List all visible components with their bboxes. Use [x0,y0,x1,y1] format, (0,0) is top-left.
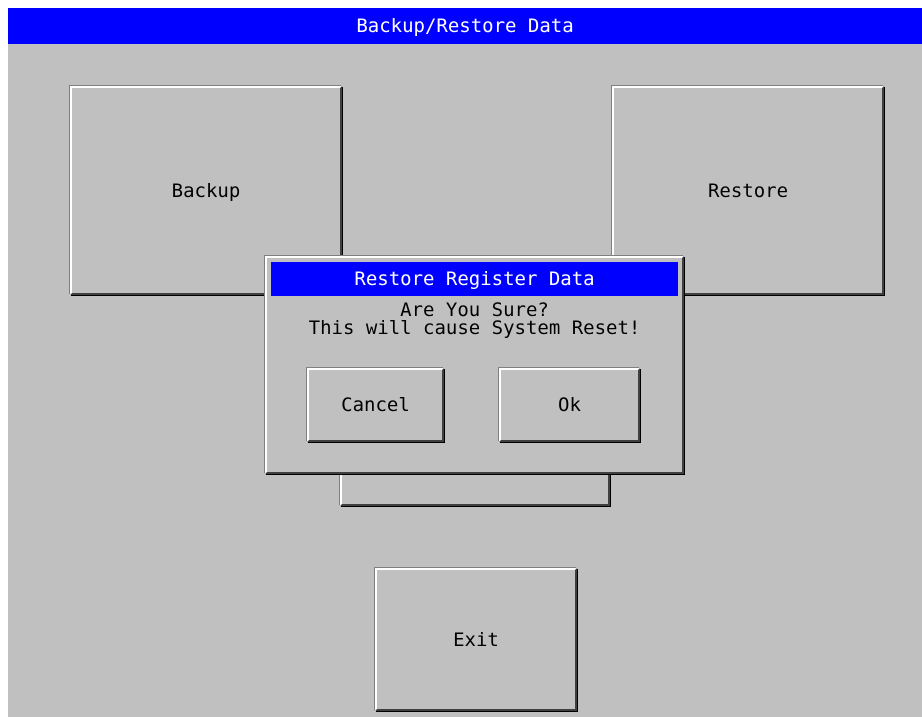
backup-restore-screen: Backup/Restore Data Backup Restore Exit … [8,8,922,717]
dialog-message-line2: This will cause System Reset! [308,317,641,339]
cancel-button[interactable]: Cancel [307,368,444,442]
exit-button-label: Exit [453,628,499,651]
confirm-dialog: Restore Register Data Are You Sure? This… [265,256,684,474]
backup-button-label: Backup [171,179,241,202]
window-title: Backup/Restore Data [8,8,922,44]
cancel-button-label: Cancel [341,394,410,416]
restore-button-label: Restore [707,179,789,202]
ok-button[interactable]: Ok [499,368,640,442]
exit-button[interactable]: Exit [375,568,577,711]
ok-button-label: Ok [558,394,581,416]
dialog-title: Restore Register Data [271,262,678,296]
